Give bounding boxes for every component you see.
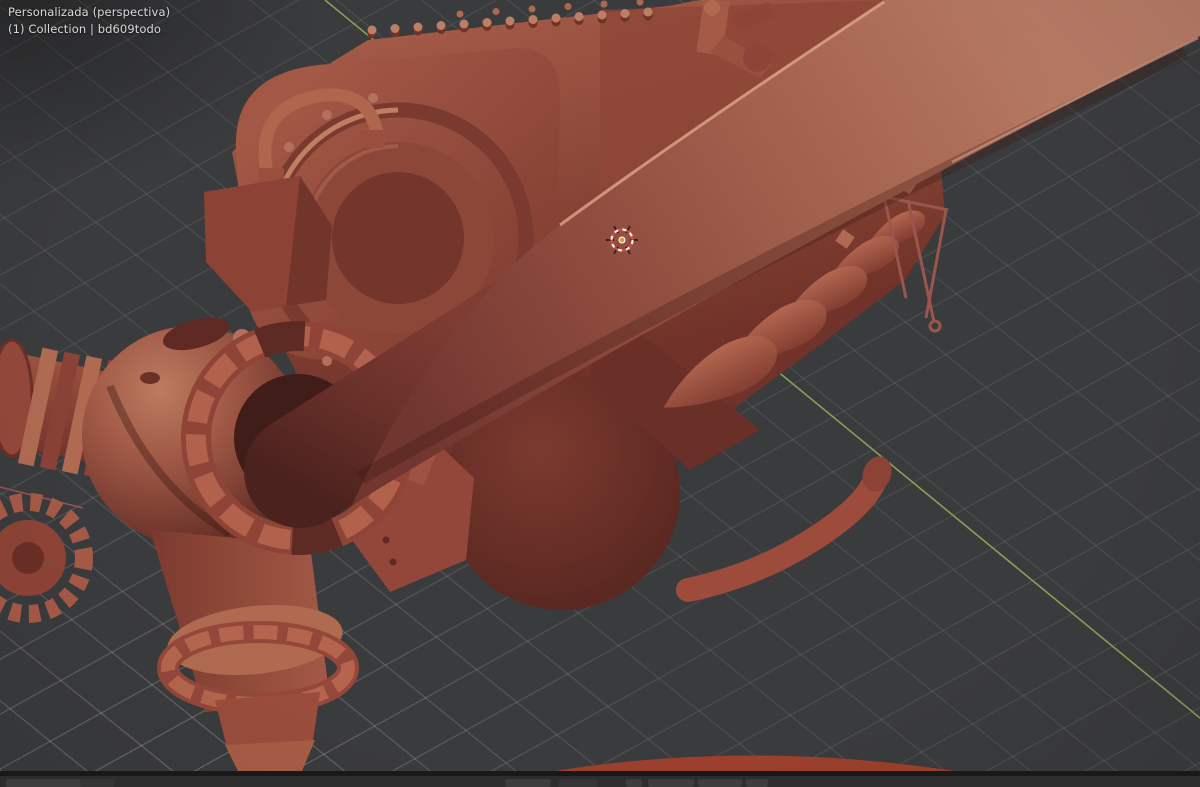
timeline-bar[interactable] (0, 776, 1200, 787)
timeline-button[interactable] (746, 779, 768, 787)
blender-window: { "header": { "view_name": "Personalizad… (0, 0, 1200, 787)
spline-gear-ring (0, 493, 93, 623)
view-name-label: Personalizada (perspectiva) (8, 5, 171, 19)
timeline-button[interactable] (626, 779, 642, 787)
viewport-overlay-text: Personalizada (perspectiva) (1) Collecti… (8, 4, 170, 38)
3d-cursor[interactable] (602, 220, 642, 260)
collection-info-label: (1) Collection | bd609todo (8, 22, 162, 36)
timeline-button[interactable] (698, 779, 742, 787)
scene-canvas (0, 0, 1200, 771)
3d-viewport[interactable]: Personalizada (perspectiva) (1) Collecti… (0, 0, 1200, 771)
timeline-button[interactable] (80, 779, 114, 787)
lower-blade[interactable] (150, 530, 359, 771)
timeline-button[interactable] (648, 779, 694, 787)
exhaust-pipe (676, 468, 887, 602)
timeline-button[interactable] (505, 779, 551, 787)
timeline-button[interactable] (558, 779, 598, 787)
third-blade-tip[interactable] (555, 755, 955, 772)
